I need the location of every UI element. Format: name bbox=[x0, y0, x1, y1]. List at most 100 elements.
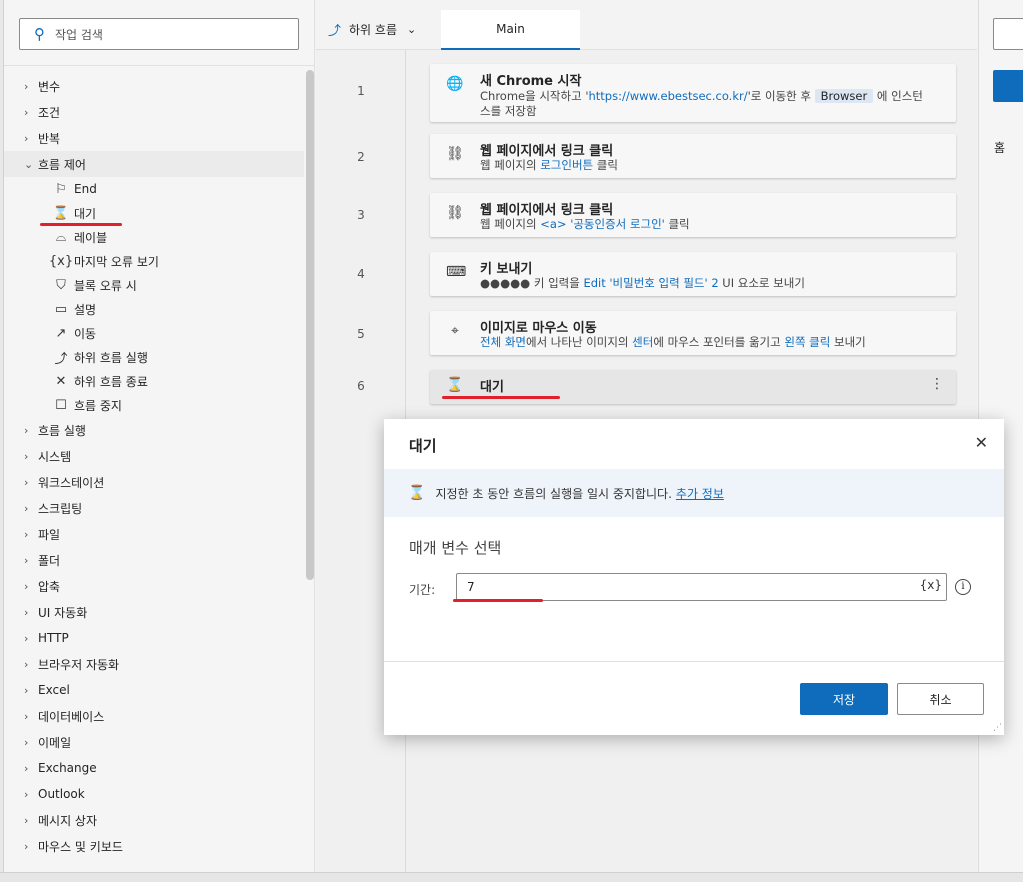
info-icon[interactable]: i bbox=[955, 579, 971, 595]
step-description: Chrome을 시작하고 'https://www.ebestsec.co.kr… bbox=[480, 89, 923, 118]
category-variables[interactable]: › 변수 bbox=[4, 73, 304, 99]
actions-pane: ⚲ 작업 검색 › 변수 › 조건 › 반복 ⌄ 흐름 제어 ⚐ End ⌛ 대기 ⌓ 레이블… bbox=[4, 0, 315, 872]
section-title: 매개 변수 선택 bbox=[409, 539, 502, 557]
step-send-keys[interactable]: ⌨ 키 보내기 ●●●●● 키 입력을 Edit '비밀번호 입력 필드' 2 … bbox=[430, 252, 956, 296]
mouse-target-icon: ⌖ bbox=[451, 323, 459, 339]
line-number: 3 bbox=[357, 208, 365, 222]
chevron-right-icon: › bbox=[24, 709, 29, 723]
search-icon: ⚲ bbox=[34, 25, 45, 43]
duration-input[interactable]: 7 {x} bbox=[456, 573, 947, 601]
dialog-info-banner: ⌛ 지정한 초 동안 흐름의 실행을 일시 중지합니다. 추가 정보 bbox=[384, 469, 1004, 517]
line-number: 2 bbox=[357, 150, 365, 164]
link-icon: ⛓ bbox=[446, 205, 464, 221]
duration-label: 기간: bbox=[409, 583, 436, 597]
more-info-link[interactable]: 추가 정보 bbox=[676, 485, 724, 502]
close-icon[interactable]: ✕ bbox=[975, 433, 988, 452]
chevron-right-icon: › bbox=[24, 839, 29, 853]
chevron-right-icon: › bbox=[24, 449, 29, 463]
chevron-right-icon: › bbox=[24, 787, 29, 801]
category-flow-control[interactable]: ⌄ 흐름 제어 bbox=[4, 151, 304, 177]
info-text: 지정한 초 동안 흐름의 실행을 일시 중지합니다. bbox=[435, 486, 672, 501]
flag-icon: ⚐ bbox=[55, 181, 67, 197]
category-http[interactable]: › HTTP bbox=[4, 625, 304, 651]
category-folder[interactable]: › 폴더 bbox=[4, 547, 304, 573]
category-outlook[interactable]: › Outlook bbox=[4, 781, 304, 807]
category-database[interactable]: › 데이터베이스 bbox=[4, 703, 304, 729]
subflows-dropdown[interactable]: ⤴ 하위 흐름 ⌄ bbox=[328, 20, 416, 39]
action-on-block-error[interactable]: ⛉ 블록 오류 시 bbox=[4, 273, 304, 297]
category-ui-automation[interactable]: › UI 자동화 bbox=[4, 599, 304, 625]
dialog-title: 대기 bbox=[409, 437, 437, 455]
action-comment[interactable]: ▭ 설명 bbox=[4, 297, 304, 321]
subflows-label: 하위 흐름 bbox=[349, 23, 397, 37]
label-icon: ⌓ bbox=[55, 229, 67, 245]
category-browser-automation[interactable]: › 브라우저 자동화 bbox=[4, 651, 304, 677]
action-go-to[interactable]: ↗ 이동 bbox=[4, 321, 304, 345]
chevron-down-icon: ⌄ bbox=[24, 157, 34, 171]
category-loops[interactable]: › 반복 bbox=[4, 125, 304, 151]
divider bbox=[4, 65, 315, 66]
category-message-boxes[interactable]: › 메시지 상자 bbox=[4, 807, 304, 833]
step-title: 키 보내기 bbox=[480, 262, 533, 277]
subflow-icon: ⤴ bbox=[328, 24, 342, 39]
step-title: 웹 페이지에서 링크 클릭 bbox=[480, 144, 614, 159]
keyboard-icon: ⌨ bbox=[446, 264, 467, 280]
variable-picker-button[interactable]: {x} bbox=[920, 578, 942, 592]
cancel-button[interactable]: 취소 bbox=[897, 683, 984, 715]
hourglass-icon: ⌛ bbox=[52, 205, 70, 221]
step-description: ●●●●● 키 입력을 Edit '비밀번호 입력 필드' 2 UI 요소로 보… bbox=[480, 276, 805, 290]
step-click-link[interactable]: ⛓ 웹 페이지에서 링크 클릭 웹 페이지의 <a> '공동인증서 로그인' 클… bbox=[430, 193, 956, 237]
step-description: 웹 페이지의 로그인버튼 클릭 bbox=[480, 158, 618, 172]
category-exchange[interactable]: › Exchange bbox=[4, 755, 304, 781]
action-label[interactable]: ⌓ 레이블 bbox=[4, 225, 304, 249]
tab-main[interactable]: Main bbox=[441, 10, 580, 50]
annotation-underline bbox=[40, 223, 122, 226]
variable-icon: {x} bbox=[48, 253, 74, 269]
annotation-underline bbox=[442, 396, 560, 399]
action-tree: › 변수 › 조건 › 반복 ⌄ 흐름 제어 ⚐ End ⌛ 대기 ⌓ 레이블 {x} 마지막 … bbox=[4, 73, 304, 859]
chevron-right-icon: › bbox=[24, 105, 29, 119]
action-run-subflow[interactable]: ⤴ 하위 흐름 실행 bbox=[4, 345, 304, 369]
action-end[interactable]: ⚐ End bbox=[4, 177, 304, 201]
tab-bar: ⤴ 하위 흐름 ⌄ Main bbox=[316, 0, 977, 50]
arrow-icon: ↗ bbox=[55, 325, 67, 341]
step-click-link[interactable]: ⛓ 웹 페이지에서 링크 클릭 웹 페이지의 로그인버튼 클릭 bbox=[430, 134, 956, 178]
category-conditions[interactable]: › 조건 bbox=[4, 99, 304, 125]
shield-icon: ⛉ bbox=[56, 277, 66, 293]
hourglass-icon: ⌛ bbox=[408, 485, 426, 501]
action-get-last-error[interactable]: {x} 마지막 오류 보기 bbox=[4, 249, 304, 273]
link-icon: ⛓ bbox=[446, 146, 464, 162]
category-excel[interactable]: › Excel bbox=[4, 677, 304, 703]
action-wait[interactable]: ⌛ 대기 bbox=[4, 201, 304, 225]
add-variable-button[interactable] bbox=[993, 70, 1023, 102]
category-system[interactable]: › 시스템 bbox=[4, 443, 304, 469]
category-email[interactable]: › 이메일 bbox=[4, 729, 304, 755]
chevron-right-icon: › bbox=[24, 579, 29, 593]
category-file[interactable]: › 파일 bbox=[4, 521, 304, 547]
action-stop-flow[interactable]: ☐ 흐름 중지 bbox=[4, 393, 304, 417]
wait-dialog: 대기 ✕ ⌛ 지정한 초 동안 흐름의 실행을 일시 중지합니다. 추가 정보 … bbox=[384, 419, 1004, 735]
action-exit-subflow[interactable]: ✕ 하위 흐름 종료 bbox=[4, 369, 304, 393]
category-compression[interactable]: › 압축 bbox=[4, 573, 304, 599]
save-button[interactable]: 저장 bbox=[800, 683, 888, 715]
category-mouse-keyboard[interactable]: › 마우스 및 키보드 bbox=[4, 833, 304, 859]
step-move-mouse-to-image[interactable]: ⌖ 이미지로 마우스 이동 전체 화면에서 나타난 이미지의 센터에 마우스 포… bbox=[430, 311, 956, 355]
step-launch-chrome[interactable]: 🌐 새 Chrome 시작 Chrome을 시작하고 'https://www.… bbox=[430, 64, 956, 122]
category-workstation[interactable]: › 워크스테이션 bbox=[4, 469, 304, 495]
category-scripting[interactable]: › 스크립팅 bbox=[4, 495, 304, 521]
resize-grip-icon[interactable]: ⋰ bbox=[993, 723, 1002, 733]
line-number: 1 bbox=[357, 84, 365, 98]
chevron-right-icon: › bbox=[24, 553, 29, 567]
annotation-underline bbox=[453, 599, 543, 602]
chevron-right-icon: › bbox=[24, 631, 29, 645]
step-description: 웹 페이지의 <a> '공동인증서 로그인' 클릭 bbox=[480, 217, 690, 231]
category-run-flow[interactable]: › 흐름 실행 bbox=[4, 417, 304, 443]
more-options-icon[interactable]: ⋮ bbox=[930, 376, 944, 392]
chevron-right-icon: › bbox=[24, 605, 29, 619]
action-search-input[interactable]: ⚲ 작업 검색 bbox=[19, 18, 299, 50]
chevron-down-icon: ⌄ bbox=[407, 23, 417, 36]
variables-search-input[interactable] bbox=[993, 18, 1023, 50]
scrollbar[interactable] bbox=[306, 70, 314, 580]
step-description: 전체 화면에서 나타난 이미지의 센터에 마우스 포인터를 옮기고 왼쪽 클릭 … bbox=[480, 335, 866, 349]
chevron-right-icon: › bbox=[24, 813, 29, 827]
